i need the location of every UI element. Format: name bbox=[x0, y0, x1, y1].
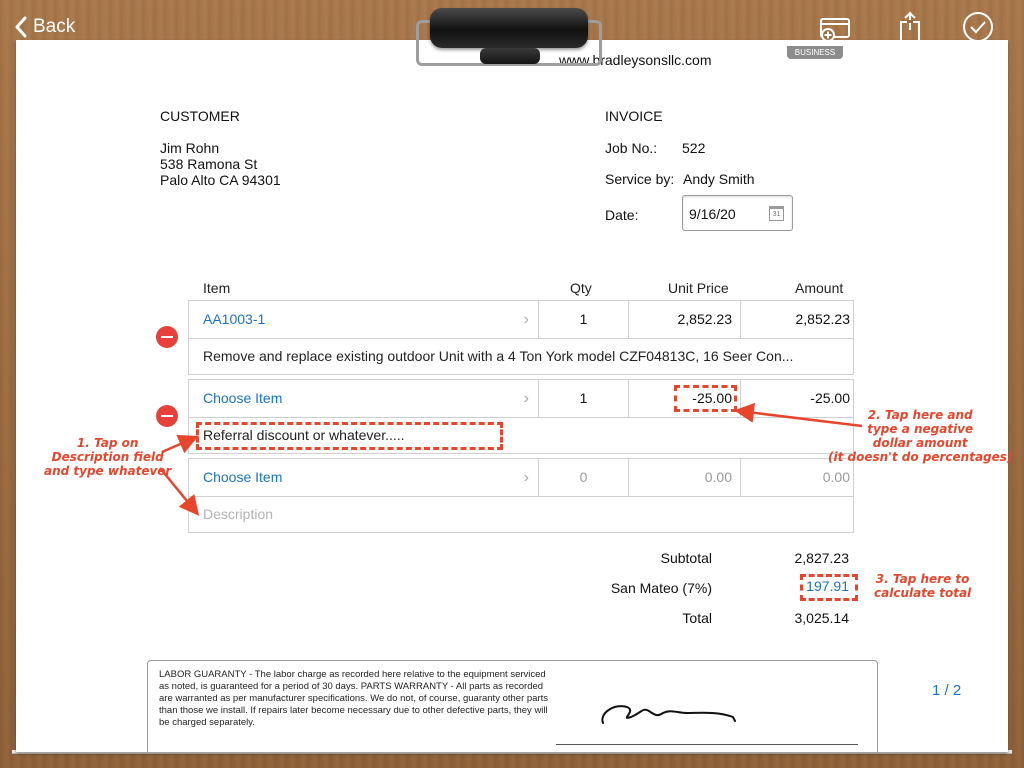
chevron-right-icon: › bbox=[523, 311, 529, 328]
annotation-line: type a negative bbox=[867, 422, 974, 436]
item-picker[interactable]: AA1003-1 › bbox=[189, 301, 539, 338]
annotation-line: 3. Tap here to bbox=[875, 572, 970, 586]
checkmark-circle-icon[interactable] bbox=[961, 10, 995, 44]
customer-name: Jim Rohn bbox=[160, 140, 220, 156]
tax-label: San Mateo (7%) bbox=[610, 580, 712, 596]
subtotal-label: Subtotal bbox=[660, 550, 712, 566]
annotation-box-unit-price bbox=[674, 385, 737, 412]
job-number-label: Job No.: bbox=[605, 140, 658, 156]
annotation-text-3: 3. Tap here to calculate total bbox=[874, 572, 971, 600]
annotation-text-2: 2. Tap here and type a negative dollar a… bbox=[828, 408, 1012, 464]
service-by-value: Andy Smith bbox=[683, 171, 755, 187]
annotation-line: 2. Tap here and bbox=[867, 408, 973, 422]
annotation-line: dollar amount bbox=[872, 436, 968, 450]
service-by-label: Service by: bbox=[605, 171, 675, 187]
item-picker[interactable]: Choose Item › bbox=[189, 380, 539, 417]
column-header-amount: Amount bbox=[795, 280, 844, 296]
description-field[interactable]: Description bbox=[188, 496, 854, 533]
total-label: Total bbox=[682, 610, 712, 626]
item-picker[interactable]: Choose Item › bbox=[189, 459, 539, 496]
customer-address-line2: Palo Alto CA 94301 bbox=[160, 172, 281, 188]
chevron-right-icon: › bbox=[523, 390, 529, 407]
annotation-line: 1. Tap on bbox=[76, 436, 139, 450]
back-label: Back bbox=[33, 16, 76, 37]
chevron-right-icon: › bbox=[523, 469, 529, 486]
card-plus-icon[interactable] bbox=[818, 10, 852, 44]
unit-price-field[interactable]: 0.00 bbox=[629, 459, 741, 496]
clip-tab bbox=[480, 48, 540, 64]
description-field[interactable]: Remove and replace existing outdoor Unit… bbox=[188, 338, 854, 375]
column-header-item: Item bbox=[203, 280, 231, 296]
column-header-unit-price: Unit Price bbox=[668, 280, 729, 296]
clipboard-clip bbox=[416, 8, 602, 66]
date-field[interactable]: 9/16/20 31 bbox=[682, 195, 793, 231]
calendar-icon[interactable]: 31 bbox=[769, 206, 784, 221]
column-header-qty: Qty bbox=[570, 280, 592, 296]
amount-value: 0.00 bbox=[822, 469, 850, 485]
annotation-box-description bbox=[196, 422, 503, 450]
annotation-line: and type whatever bbox=[44, 464, 172, 478]
customer-signature[interactable] bbox=[597, 691, 747, 731]
back-button[interactable]: Back bbox=[14, 12, 75, 42]
line-item-row: AA1003-1 › 1 2,852.23 2,852.23 bbox=[188, 300, 854, 338]
annotation-line: Description field bbox=[51, 450, 164, 464]
qty-field[interactable]: 0 bbox=[539, 459, 629, 496]
line-item-row: Choose Item › 0 0.00 0.00 bbox=[188, 458, 854, 496]
chevron-left-icon bbox=[15, 16, 27, 38]
customer-address-line1: 538 Ramona St bbox=[160, 156, 258, 172]
delete-line-item-2-button[interactable] bbox=[156, 405, 178, 427]
job-number-value: 522 bbox=[682, 140, 706, 156]
item-label: Choose Item bbox=[203, 469, 283, 485]
qty-field[interactable]: 1 bbox=[539, 301, 629, 338]
subtotal-value: 2,827.23 bbox=[794, 550, 850, 566]
annotation-line: (it doesn't do percentages) bbox=[828, 450, 1013, 464]
date-value: 9/16/20 bbox=[689, 206, 736, 222]
date-label: Date: bbox=[605, 207, 639, 223]
warranty-box: LABOR GUARANTY - The labor charge as rec… bbox=[147, 660, 878, 752]
share-icon[interactable] bbox=[893, 10, 927, 44]
clip-bar bbox=[430, 8, 588, 48]
annotation-text-1: 1. Tap on Description field and type wha… bbox=[44, 436, 171, 478]
line-item-row: Choose Item › 1 -25.00 -25.00 bbox=[188, 379, 854, 417]
delete-line-item-1-button[interactable] bbox=[156, 326, 178, 348]
amount-value: 2,852.23 bbox=[795, 311, 851, 327]
qty-field[interactable]: 1 bbox=[539, 380, 629, 417]
total-value: 3,025.14 bbox=[794, 610, 850, 626]
invoice-heading: INVOICE bbox=[605, 108, 663, 124]
page-indicator: 1 / 2 bbox=[932, 682, 962, 699]
unit-price-field[interactable]: 2,852.23 bbox=[629, 301, 741, 338]
annotation-line: calculate total bbox=[874, 586, 972, 600]
customer-heading: CUSTOMER bbox=[160, 108, 240, 124]
warranty-text: LABOR GUARANTY - The labor charge as rec… bbox=[159, 669, 548, 728]
signature-line bbox=[556, 744, 858, 745]
item-code: AA1003-1 bbox=[203, 311, 266, 327]
business-badge: BUSINESS bbox=[787, 46, 843, 59]
item-label: Choose Item bbox=[203, 390, 283, 406]
annotation-box-tax bbox=[800, 574, 858, 601]
invoice-paper: www.bradleysonsllc.com BUSINESS CUSTOMER… bbox=[16, 40, 1008, 752]
